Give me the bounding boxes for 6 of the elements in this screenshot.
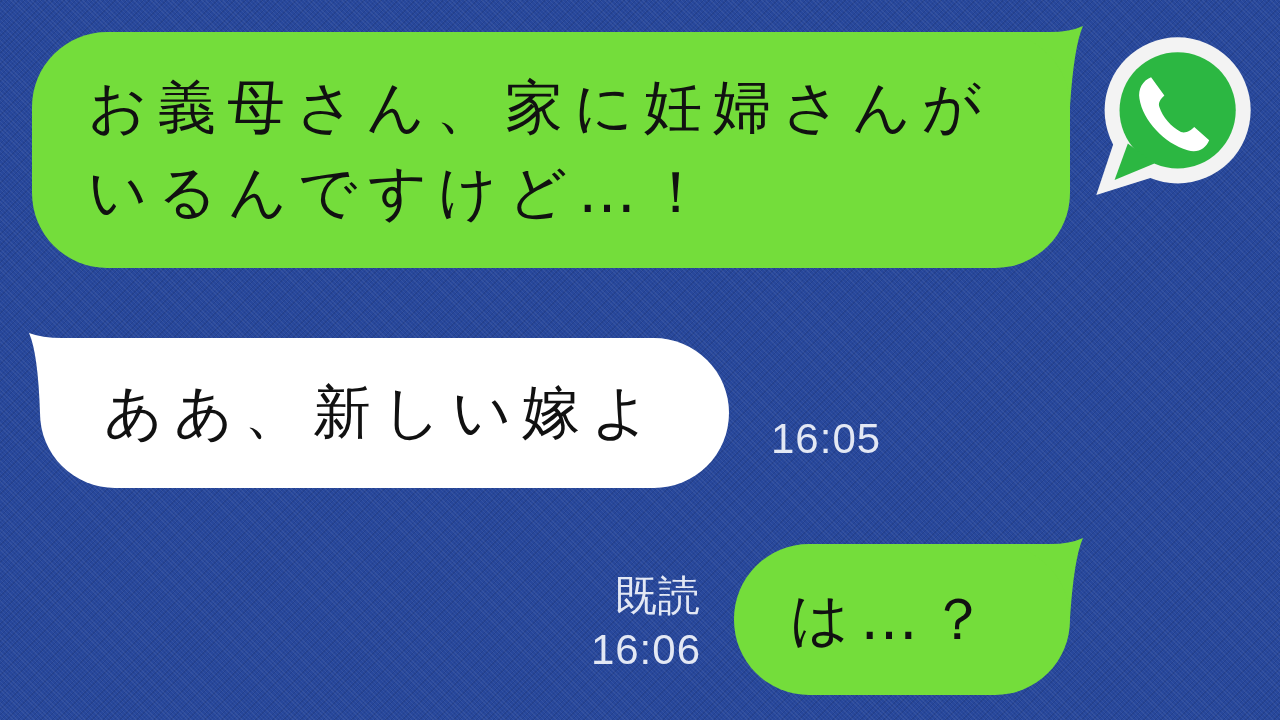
message-text: ああ、新しい嫁よ	[104, 377, 661, 448]
message-time: 16:05	[771, 414, 882, 464]
message-text: お義母さん、家に妊婦さんがいるんですけど…！	[88, 72, 993, 228]
message-text: は…？	[790, 584, 998, 655]
message-time: 16:06	[590, 625, 701, 675]
read-receipt: 既読	[615, 571, 701, 621]
